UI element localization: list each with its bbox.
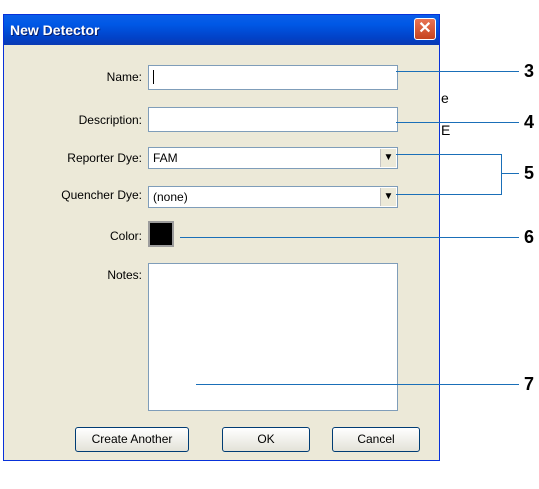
color-label: Color: <box>109 229 142 243</box>
reporter-dye-value: FAM <box>153 151 178 165</box>
callout-line-7 <box>196 384 519 385</box>
callout-number-3: 3 <box>524 61 535 81</box>
callout-number-5: 5 <box>524 163 535 183</box>
callout-bracket-5 <box>501 154 502 195</box>
notes-label: Notes: <box>107 268 142 282</box>
chevron-down-icon[interactable]: ▼ <box>380 149 396 167</box>
callout-number-4: 4 <box>524 112 535 132</box>
dialog-titlebar[interactable]: New Detector ✕ <box>4 15 439 45</box>
ok-button[interactable]: OK <box>222 427 310 452</box>
quencher-dye-select[interactable]: (none) ▼ <box>148 186 398 208</box>
description-label: Description: <box>78 113 142 127</box>
callout-number-6: 6 <box>524 227 535 247</box>
callout-line-4 <box>396 122 519 123</box>
callout-line-5a <box>396 154 501 155</box>
name-field[interactable] <box>148 65 398 90</box>
create-another-button[interactable]: Create Another <box>75 427 189 452</box>
description-field[interactable] <box>148 107 398 132</box>
text-caret <box>153 70 154 84</box>
close-button[interactable]: ✕ <box>414 18 436 40</box>
reporter-dye-select[interactable]: FAM ▼ <box>148 147 398 169</box>
callout-number-7: 7 <box>524 374 535 394</box>
close-icon: ✕ <box>418 20 432 37</box>
callout-line-5b <box>396 194 501 195</box>
color-swatch-button[interactable] <box>148 221 174 247</box>
callout-line-6 <box>180 237 519 238</box>
callout-line-3 <box>396 71 519 72</box>
quencher-dye-label: Quencher Dye: <box>61 188 142 202</box>
background-text-fragment: E <box>441 122 451 138</box>
callout-line-5 <box>501 173 519 174</box>
dialog-title: New Detector <box>10 22 100 38</box>
notes-textarea[interactable] <box>148 263 398 411</box>
name-label: Name: <box>106 70 142 84</box>
chevron-down-icon[interactable]: ▼ <box>380 188 396 206</box>
reporter-dye-label: Reporter Dye: <box>67 151 142 165</box>
background-text-fragment: e <box>441 90 449 106</box>
cancel-button[interactable]: Cancel <box>332 427 420 452</box>
quencher-dye-value: (none) <box>153 190 188 204</box>
